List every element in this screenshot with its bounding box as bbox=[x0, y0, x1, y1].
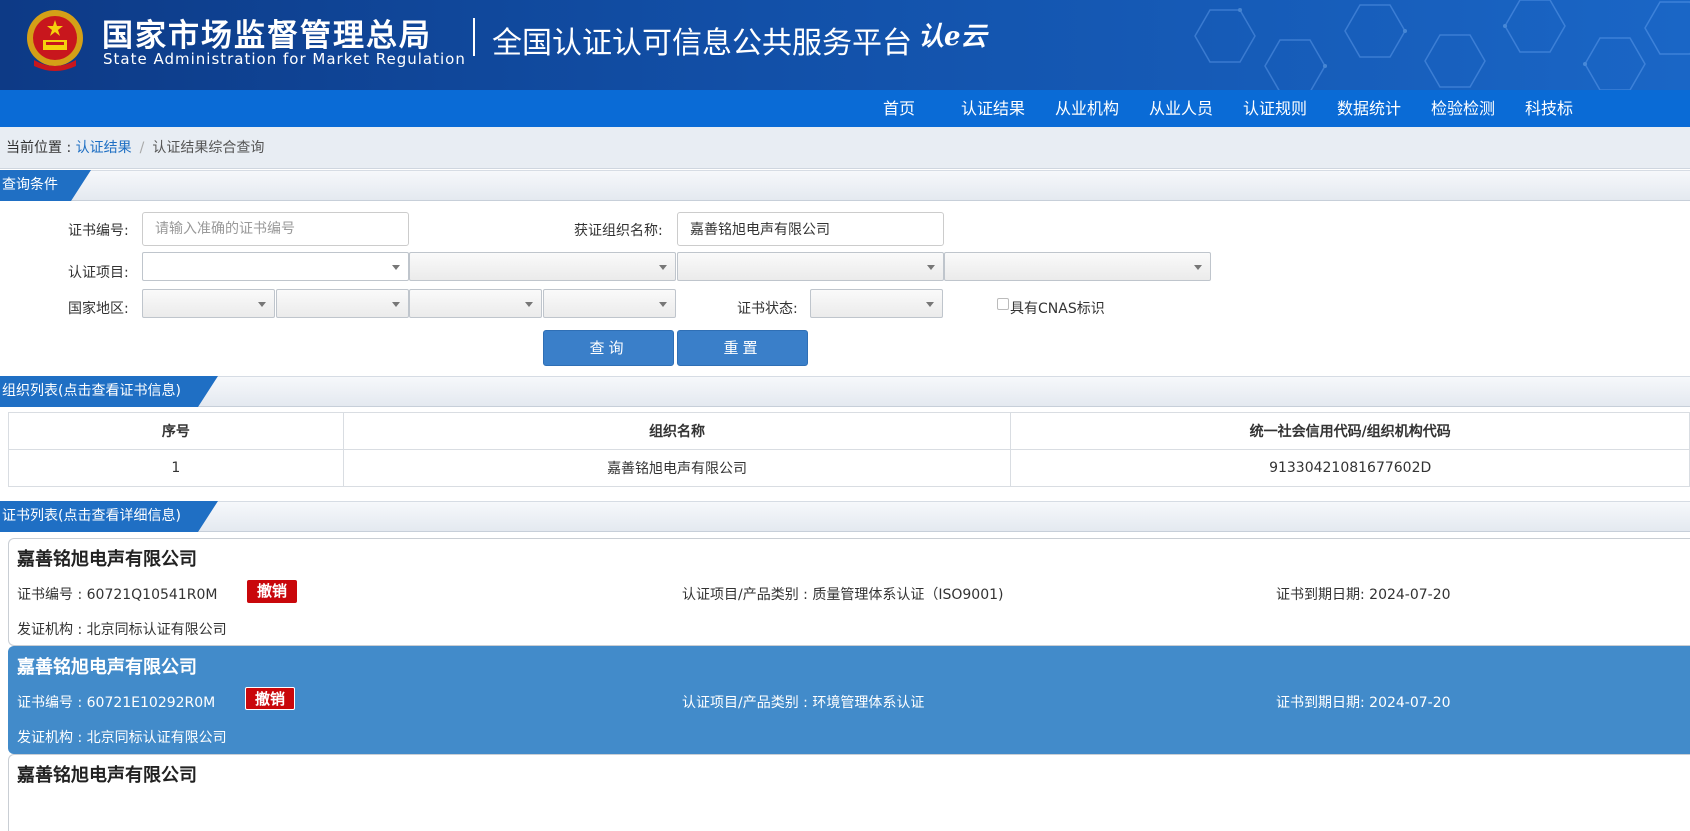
cert-number: 证书编号 : 60721E10292R0M bbox=[17, 692, 215, 712]
org-list-section-header: 组织列表(点击查看证书信息) bbox=[0, 376, 1690, 407]
national-emblem-icon bbox=[27, 10, 83, 71]
cert-issuer: 发证机构 : 北京同标认证有限公司 bbox=[17, 727, 227, 747]
cert-number-label: 证书编号 : bbox=[17, 587, 87, 603]
reset-button[interactable]: 重置 bbox=[677, 330, 808, 366]
platform-title: 全国认证认可信息公共服务平台 bbox=[492, 26, 912, 61]
breadcrumb: 当前位置 : 认证结果 / 认证结果综合查询 bbox=[0, 127, 1690, 169]
breadcrumb-prefix: 当前位置 : bbox=[6, 140, 76, 156]
project-select-4[interactable] bbox=[944, 252, 1211, 281]
chevron-down-icon bbox=[258, 302, 266, 307]
site-banner: 国家市场监督管理总局 State Administration for Mark… bbox=[0, 0, 1690, 90]
project-select-3[interactable] bbox=[677, 252, 944, 281]
cert-card[interactable]: 嘉善铭旭电声有限公司 证书编号 : 60721Q10541R0M 撤销 认证项目… bbox=[8, 538, 1690, 646]
cert-expiry: 证书到期日期: 2024-07-20 bbox=[1276, 584, 1451, 604]
cert-expiry-value: 2024-07-20 bbox=[1369, 587, 1451, 603]
project-label: 认证项目: bbox=[68, 265, 129, 281]
org-name-input[interactable] bbox=[677, 212, 944, 246]
cert-expiry-label: 证书到期日期: bbox=[1276, 695, 1370, 711]
breadcrumb-link-cert-results[interactable]: 认证结果 bbox=[76, 140, 132, 156]
chevron-down-icon bbox=[659, 302, 667, 307]
cert-issuer-label: 发证机构 : bbox=[17, 622, 87, 638]
column-header-credit-code: 统一社会信用代码/组织机构代码 bbox=[1010, 412, 1690, 450]
org-table-header-row: 序号 组织名称 统一社会信用代码/组织机构代码 bbox=[8, 412, 1690, 450]
cert-category-value: 质量管理体系认证（ISO9001) bbox=[812, 587, 1004, 603]
row-org-name[interactable]: 嘉善铭旭电声有限公司 bbox=[342, 449, 1012, 487]
cert-issuer: 发证机构 : 北京同标认证有限公司 bbox=[17, 619, 227, 639]
cert-number-value: 60721E10292R0M bbox=[86, 695, 216, 711]
agency-name-english: State Administration for Market Regulati… bbox=[103, 50, 466, 68]
region-select-1[interactable] bbox=[142, 289, 275, 318]
query-section-title: 查询条件 bbox=[0, 170, 91, 201]
cert-company-name: 嘉善铭旭电声有限公司 bbox=[17, 657, 197, 678]
cert-expiry-label: 证书到期日期: bbox=[1276, 587, 1370, 603]
cert-no-label: 证书编号: bbox=[68, 223, 129, 239]
breadcrumb-separator: / bbox=[139, 140, 145, 156]
chevron-down-icon bbox=[392, 265, 400, 270]
cert-company-name: 嘉善铭旭电声有限公司 bbox=[17, 549, 197, 570]
search-button[interactable]: 查询 bbox=[543, 330, 674, 366]
cert-company-name: 嘉善铭旭电声有限公司 bbox=[17, 765, 197, 786]
chevron-down-icon bbox=[927, 265, 935, 270]
chevron-down-icon bbox=[525, 302, 533, 307]
chevron-down-icon bbox=[926, 302, 934, 307]
nav-item-inspection[interactable]: 检验检测 bbox=[1431, 90, 1495, 127]
chevron-down-icon bbox=[659, 265, 667, 270]
main-navigation: 首页 认证结果 从业机构 从业人员 认证规则 数据统计 检验检测 科技标 bbox=[0, 90, 1690, 127]
cnas-label: 具有CNAS标识 bbox=[1010, 301, 1105, 317]
hexagon-pattern-decoration bbox=[1194, 0, 1690, 90]
cert-issuer-label: 发证机构 : bbox=[17, 730, 87, 746]
row-index: 1 bbox=[8, 449, 344, 487]
cert-category-label: 认证项目/产品类别 : bbox=[682, 587, 813, 603]
nav-item-rules[interactable]: 认证规则 bbox=[1243, 90, 1307, 127]
cert-status-label: 证书状态: bbox=[737, 301, 798, 317]
agency-name-chinese: 国家市场监督管理总局 bbox=[102, 18, 432, 54]
column-header-org-name: 组织名称 bbox=[342, 412, 1012, 450]
org-table: 序号 组织名称 统一社会信用代码/组织机构代码 1 嘉善铭旭电声有限公司 913… bbox=[8, 412, 1690, 487]
renyun-logo: 认e云 bbox=[918, 22, 987, 52]
banner-divider bbox=[473, 18, 475, 56]
cert-card[interactable]: 嘉善铭旭电声有限公司 bbox=[8, 754, 1690, 831]
cert-issuer-value: 北京同标认证有限公司 bbox=[86, 622, 227, 638]
org-list-section-title: 组织列表(点击查看证书信息) bbox=[0, 376, 218, 407]
cnas-checkbox[interactable] bbox=[997, 298, 1009, 310]
cert-number: 证书编号 : 60721Q10541R0M bbox=[17, 584, 217, 604]
nav-item-personnel[interactable]: 从业人员 bbox=[1149, 90, 1213, 127]
nav-item-tech-standards[interactable]: 科技标 bbox=[1525, 90, 1573, 127]
org-name-label: 获证组织名称: bbox=[574, 223, 663, 239]
cert-category: 认证项目/产品类别 : 环境管理体系认证 bbox=[682, 692, 924, 712]
column-header-index: 序号 bbox=[8, 412, 344, 450]
region-select-3[interactable] bbox=[409, 289, 542, 318]
region-label: 国家地区: bbox=[68, 301, 129, 317]
cert-category-value: 环境管理体系认证 bbox=[812, 695, 925, 711]
region-select-4[interactable] bbox=[543, 289, 676, 318]
cert-no-input[interactable] bbox=[142, 212, 409, 246]
cert-list-section-title: 证书列表(点击查看详细信息) bbox=[0, 501, 218, 532]
nav-item-institutions[interactable]: 从业机构 bbox=[1055, 90, 1119, 127]
chevron-down-icon bbox=[392, 302, 400, 307]
nav-item-cert-results[interactable]: 认证结果 bbox=[961, 90, 1025, 127]
cert-card[interactable]: 嘉善铭旭电声有限公司 证书编号 : 60721E10292R0M 撤销 认证项目… bbox=[8, 646, 1690, 754]
project-select-1[interactable] bbox=[142, 252, 409, 281]
cert-expiry-value: 2024-07-20 bbox=[1369, 695, 1451, 711]
query-section-header: 查询条件 bbox=[0, 170, 1690, 201]
cert-list-section-header: 证书列表(点击查看详细信息) bbox=[0, 501, 1690, 532]
project-select-2[interactable] bbox=[409, 252, 676, 281]
cert-expiry: 证书到期日期: 2024-07-20 bbox=[1276, 692, 1451, 712]
nav-item-home[interactable]: 首页 bbox=[883, 90, 915, 127]
nav-item-statistics[interactable]: 数据统计 bbox=[1337, 90, 1401, 127]
cert-status-select[interactable] bbox=[810, 289, 943, 318]
status-badge: 撤销 bbox=[247, 580, 297, 603]
status-badge: 撤销 bbox=[245, 687, 295, 710]
breadcrumb-current: 认证结果综合查询 bbox=[152, 140, 265, 156]
cert-number-value: 60721Q10541R0M bbox=[86, 587, 218, 603]
cert-category-label: 认证项目/产品类别 : bbox=[682, 695, 813, 711]
cert-number-label: 证书编号 : bbox=[17, 695, 87, 711]
cert-issuer-value: 北京同标认证有限公司 bbox=[86, 730, 227, 746]
region-select-2[interactable] bbox=[276, 289, 409, 318]
table-row[interactable]: 1 嘉善铭旭电声有限公司 91330421081677602D bbox=[8, 449, 1690, 487]
chevron-down-icon bbox=[1194, 265, 1202, 270]
cert-category: 认证项目/产品类别 : 质量管理体系认证（ISO9001) bbox=[682, 584, 1003, 604]
row-credit-code: 91330421081677602D bbox=[1010, 449, 1690, 487]
